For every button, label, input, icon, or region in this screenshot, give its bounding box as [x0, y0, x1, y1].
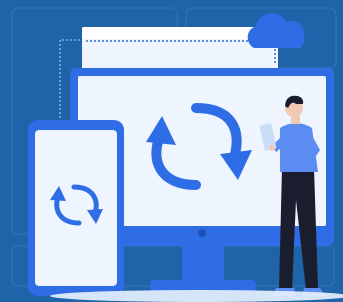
phone: [28, 120, 124, 296]
ground-shadow: [50, 290, 343, 302]
illustration-scene: [0, 0, 343, 302]
cloud-sync-illustration: [0, 0, 343, 302]
